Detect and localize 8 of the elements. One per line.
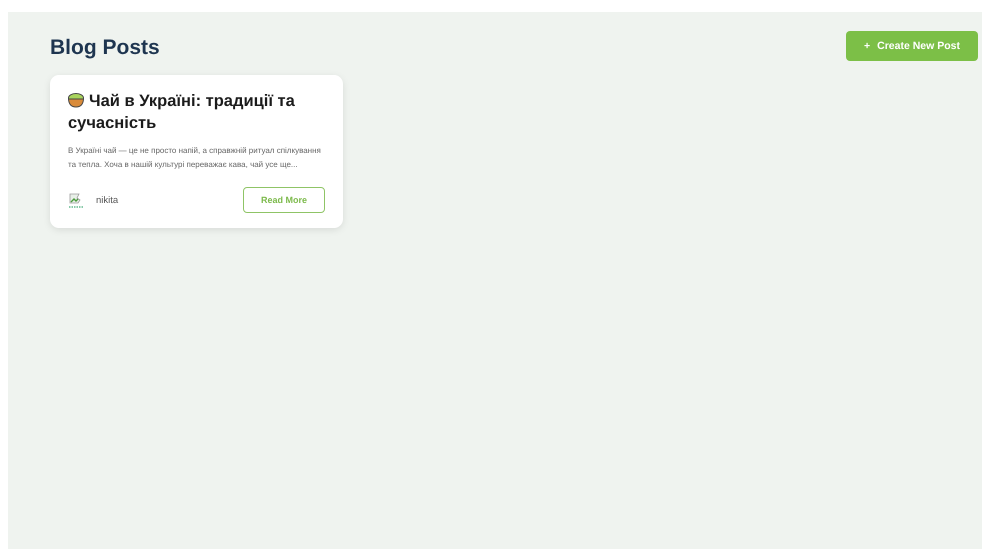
broken-image-icon — [68, 191, 86, 209]
bowl-icon — [68, 93, 84, 108]
create-post-button[interactable]: + Create New Post — [846, 31, 978, 61]
post-excerpt: В Україні чай — це не просто напій, а справжній ритуал спілкування та тепла. Хоча в нашій культурі переважає кава, чай усе ще... — [68, 145, 322, 171]
author-name: nikita — [96, 194, 118, 206]
post-title: Чай в Україні: традиції та сучасність — [68, 91, 296, 134]
read-more-button[interactable]: Read More — [243, 187, 325, 213]
page-title: Blog Posts — [50, 36, 160, 60]
